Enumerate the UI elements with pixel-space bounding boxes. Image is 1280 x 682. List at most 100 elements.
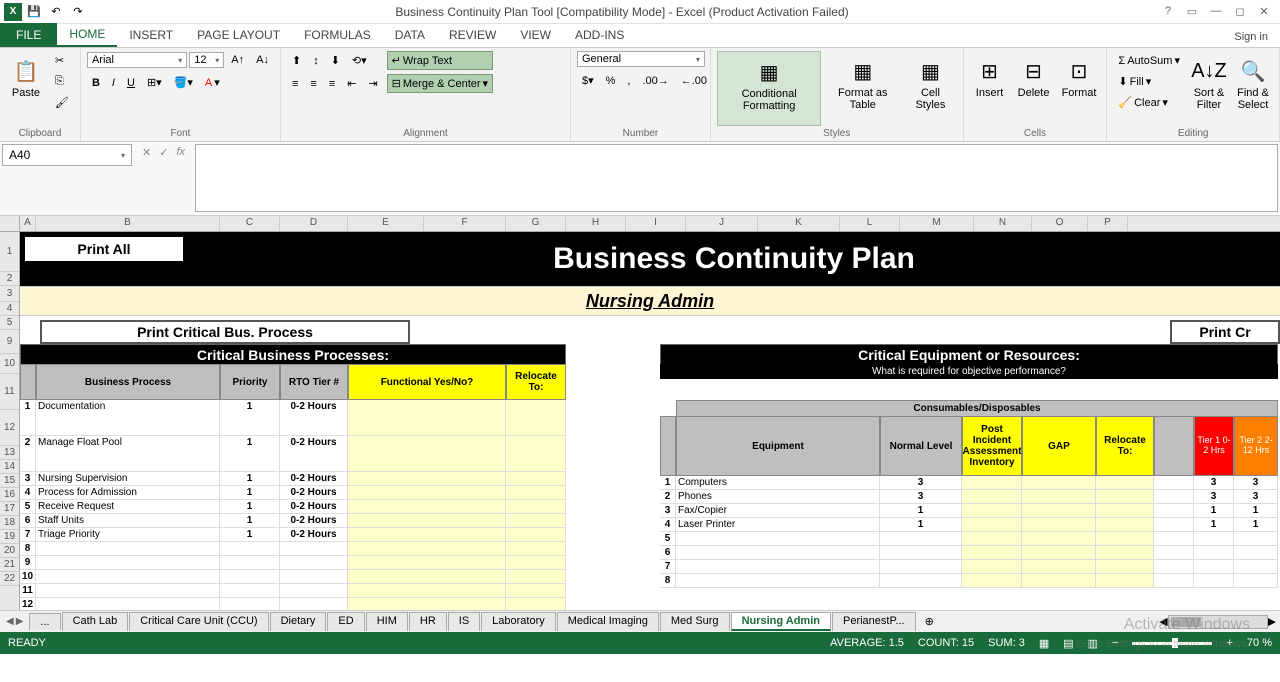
table-cell[interactable] [962,518,1022,532]
table-cell[interactable]: Process for Admission [36,486,220,500]
table-cell[interactable]: 5 [20,500,36,514]
table-cell[interactable] [506,598,566,610]
view-layout-icon[interactable]: ▤ [1063,637,1073,650]
orientation-button[interactable]: ⟲▾ [347,51,372,70]
table-cell[interactable]: 1 [220,436,280,472]
sheet-tab-cath-lab[interactable]: Cath Lab [62,612,129,631]
print-critical-process-button[interactable]: Print Critical Bus. Process [40,320,410,344]
table-cell[interactable]: Receive Request [36,500,220,514]
currency-button[interactable]: $▾ [577,71,599,90]
table-cell[interactable]: 3 [20,472,36,486]
table-cell[interactable] [1194,574,1234,588]
table-cell[interactable] [676,532,880,546]
table-cell[interactable] [348,500,506,514]
table-cell[interactable]: 7 [20,528,36,542]
name-box[interactable]: A40▾ [2,144,132,166]
scroll-left-icon[interactable]: ◀ [1159,615,1167,628]
add-sheet-icon[interactable]: ⊕ [917,615,942,628]
table-cell[interactable] [280,598,348,610]
table-cell[interactable]: 4 [20,486,36,500]
align-center-button[interactable]: ≡ [305,75,321,93]
table-cell[interactable] [1022,574,1096,588]
zoom-slider[interactable] [1132,642,1212,645]
scroll-right-icon[interactable]: ▶ [1268,615,1276,628]
table-cell[interactable] [1022,518,1096,532]
table-cell[interactable]: 1 [1194,518,1234,532]
table-cell[interactable]: 3 [1234,490,1278,504]
table-cell[interactable]: 1 [220,514,280,528]
sheet-tab-nursing-admin[interactable]: Nursing Admin [731,612,831,631]
rowhdr-18[interactable]: 18 [0,516,19,530]
table-cell[interactable] [1234,574,1278,588]
table-cell[interactable] [348,486,506,500]
help-icon[interactable]: ? [1160,5,1176,18]
table-cell[interactable] [506,500,566,514]
table-cell[interactable] [506,436,566,472]
table-cell[interactable] [220,556,280,570]
table-cell[interactable]: 1 [220,472,280,486]
sheet-dots[interactable]: ... [29,613,60,630]
table-cell[interactable] [962,546,1022,560]
table-cell[interactable]: 3 [660,504,676,518]
table-cell[interactable]: 3 [880,476,962,490]
cancel-icon[interactable]: ✕ [142,146,151,159]
rowhdr-10[interactable]: 10 [0,354,19,374]
rowhdr-16[interactable]: 16 [0,488,19,502]
sheet-first-icon[interactable]: ◀ [6,616,14,627]
table-cell[interactable] [348,528,506,542]
table-cell[interactable]: 3 [1194,476,1234,490]
increase-font-button[interactable]: A↑ [226,51,249,69]
colhdr-F[interactable]: F [424,216,506,231]
insert-button[interactable]: ⊞Insert [970,51,1010,126]
rowhdr-14[interactable]: 14 [0,460,19,474]
decrease-decimal-button[interactable]: ←.00 [676,72,712,90]
sheet-tab-is[interactable]: IS [448,612,480,631]
paste-button[interactable]: 📋 Paste [6,51,46,126]
font-size-dropdown[interactable]: 12▾ [189,52,224,68]
sheet-tab-medical-imaging[interactable]: Medical Imaging [557,612,659,631]
table-cell[interactable]: 7 [660,560,676,574]
font-color-button[interactable]: A▾ [200,73,225,92]
table-cell[interactable] [1096,490,1154,504]
table-cell[interactable]: 1 [660,476,676,490]
table-cell[interactable] [1096,574,1154,588]
table-cell[interactable]: 0-2 Hours [280,528,348,542]
colhdr-K[interactable]: K [758,216,840,231]
table-cell[interactable] [348,400,506,436]
table-cell[interactable]: 6 [660,546,676,560]
signin-link[interactable]: Sign in [1222,27,1280,47]
print-critical-button-right[interactable]: Print Cr [1170,320,1280,344]
table-cell[interactable] [1154,532,1194,546]
table-cell[interactable] [1234,560,1278,574]
table-cell[interactable] [1154,476,1194,490]
formula-input[interactable] [195,144,1278,212]
percent-button[interactable]: % [601,72,621,90]
colhdr-E[interactable]: E [348,216,424,231]
tab-data[interactable]: DATA [383,23,437,47]
view-normal-icon[interactable]: ▦ [1039,637,1049,650]
table-cell[interactable] [220,598,280,610]
file-tab[interactable]: FILE [0,23,57,47]
table-cell[interactable] [1154,560,1194,574]
conditional-formatting-button[interactable]: ▦ Conditional Formatting [717,51,821,126]
tab-home[interactable]: HOME [57,23,117,47]
sheet-tab-laboratory[interactable]: Laboratory [481,612,556,631]
tab-addins[interactable]: ADD-INS [563,23,636,47]
format-as-table-button[interactable]: ▦ Format as Table [825,51,900,126]
zoom-out-icon[interactable]: − [1112,637,1118,649]
cut-button[interactable]: ✂ [50,51,74,70]
sheet-tab-him[interactable]: HIM [366,612,408,631]
table-cell[interactable] [1096,532,1154,546]
table-cell[interactable]: 9 [20,556,36,570]
table-cell[interactable] [676,546,880,560]
print-all-button[interactable]: Print All [24,236,184,262]
tab-insert[interactable]: INSERT [117,23,185,47]
table-cell[interactable] [1154,574,1194,588]
table-cell[interactable]: Computers [676,476,880,490]
table-cell[interactable] [1154,546,1194,560]
table-cell[interactable] [1022,546,1096,560]
table-cell[interactable]: 8 [660,574,676,588]
table-cell[interactable]: Fax/Copier [676,504,880,518]
table-cell[interactable]: 3 [880,490,962,504]
table-cell[interactable]: 1 [220,486,280,500]
